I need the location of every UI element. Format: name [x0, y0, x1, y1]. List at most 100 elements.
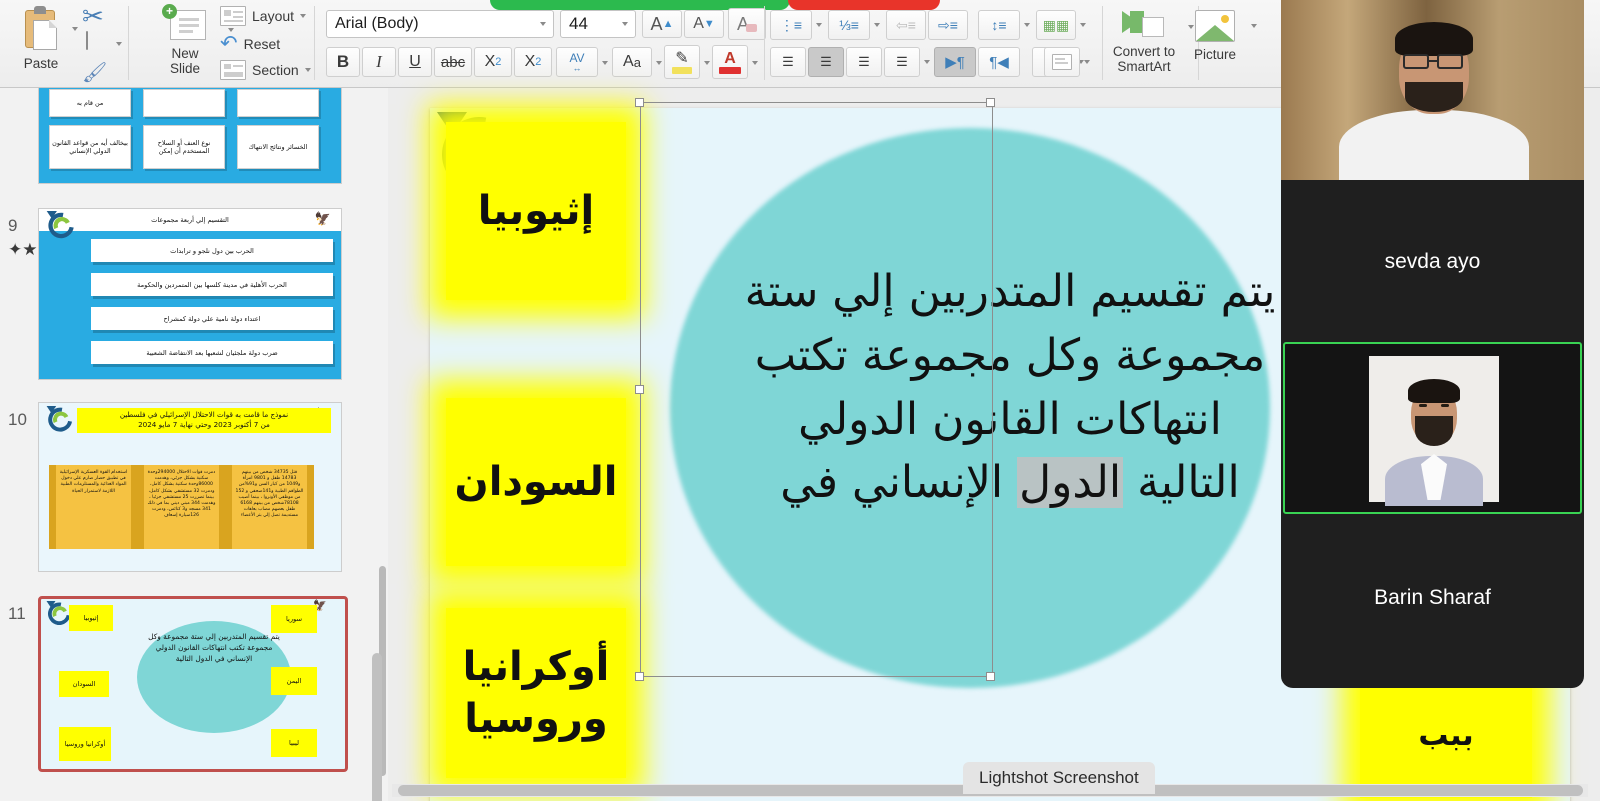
character-spacing-button[interactable]: AV ↔ [556, 47, 598, 77]
participant-tile-1[interactable]: sevda ayo [1281, 0, 1584, 340]
thumb-country-box: ليبيا [271, 729, 317, 757]
numbering-button[interactable]: ⅓≡ [828, 10, 870, 40]
highlighter-icon: ✎ [675, 49, 689, 67]
country-label: السودان [454, 459, 618, 505]
justify-dropdown-arrow[interactable] [924, 60, 930, 64]
increase-indent-icon: ⇨≡ [938, 16, 958, 33]
slide-thumbnail-panel[interactable]: من قام به بيخالف أيه من قواعد القانون ال… [0, 88, 388, 801]
paste-button[interactable]: Paste [17, 6, 65, 71]
clear-formatting-button[interactable]: A [728, 8, 766, 40]
font-name-combobox[interactable]: Arial (Body) [326, 10, 554, 38]
ig-logo-icon [43, 403, 77, 437]
shrink-font-button[interactable]: A ▼ [684, 10, 724, 38]
font-color-button[interactable]: A [712, 45, 748, 79]
smartart-icon [1122, 8, 1166, 42]
selected-word[interactable]: الدول [1017, 457, 1124, 509]
numbered-list-icon: ⅓≡ [839, 17, 859, 33]
layout-dropdown-arrow[interactable] [300, 14, 307, 18]
group-divider [764, 6, 765, 80]
body-line-4-suffix: التالية [1137, 457, 1240, 509]
new-slide-button[interactable]: + New Slide [150, 4, 220, 76]
italic-button[interactable]: I [362, 47, 396, 77]
format-painter-button[interactable]: 🖌 [82, 60, 107, 85]
thumbnail-image: 🦅 نموذج ما قامت به قوات الاحتلال الإسرائ… [38, 402, 342, 572]
country-box-ethiopia[interactable]: إثيوبيا [446, 122, 626, 300]
rtl-icon: ¶◀ [989, 54, 1009, 71]
picture-dropdown-arrow[interactable] [1251, 24, 1257, 28]
slide-body-textbox[interactable]: يتم تقسيم المتدربين إلي ستة مجموعة وكل م… [730, 260, 1290, 515]
font-color-dropdown-arrow[interactable] [752, 61, 758, 65]
thumb-cell: نوع العنف أو السلاح المستخدم أن إمكن [143, 125, 225, 169]
increase-indent-button[interactable]: ⇨≡ [928, 10, 968, 40]
reset-button[interactable]: ↶ Reset [220, 33, 280, 54]
resize-handle-middle-left[interactable] [635, 385, 644, 394]
cut-button[interactable]: ✂ [82, 3, 104, 30]
layout-button[interactable]: Layout [220, 6, 307, 26]
thumb-title-line-2: من 7 أكتوبر 2023 وحتي نهاية 7 مايو 2024 [138, 420, 270, 430]
thumb-country-box: أوكرانيا وروسيا [59, 727, 111, 761]
ltr-direction-button[interactable]: ▶¶ [934, 47, 976, 77]
body-line-4-prefix: الإنساني في [780, 457, 1004, 509]
resize-handle-bottom-left[interactable] [635, 672, 644, 681]
character-spacing-arrows: ↔ [572, 62, 582, 73]
bold-button[interactable]: B [326, 47, 360, 77]
align-right-icon: ☰ [858, 54, 870, 69]
line-spacing-dropdown-arrow[interactable] [1024, 23, 1030, 27]
underline-button[interactable]: U [398, 47, 432, 77]
align-center-button[interactable]: ☰ [808, 47, 844, 77]
change-case-dropdown-arrow[interactable] [656, 61, 662, 65]
font-size-combobox[interactable]: 44 [560, 10, 636, 38]
grow-font-button[interactable]: A ▲ [642, 10, 682, 38]
subscript-button[interactable]: X2 [514, 47, 552, 77]
section-icon [220, 60, 246, 80]
body-line-2: مجموعة وكل مجموعة تكتب [754, 329, 1266, 381]
superscript-button[interactable]: X2 [474, 47, 512, 77]
resize-handle-bottom-center[interactable] [986, 672, 995, 681]
change-case-button[interactable]: Aa [612, 47, 652, 77]
subscript-base: X [524, 53, 536, 70]
paste-dropdown-arrow[interactable] [72, 27, 78, 31]
resize-handle-top-center[interactable] [986, 98, 995, 107]
align-left-button[interactable]: ☰ [770, 47, 806, 77]
justify-button[interactable]: ☰ [884, 47, 920, 77]
resize-handle-top-left[interactable] [635, 98, 644, 107]
line-spacing-button[interactable]: ↕≡ [978, 10, 1020, 40]
font-size-dropdown-arrow[interactable] [615, 22, 635, 26]
text-highlight-button[interactable]: ✎ [664, 45, 700, 79]
character-spacing-dropdown-arrow[interactable] [602, 61, 608, 65]
strikethrough-button[interactable]: abc [434, 47, 472, 77]
paste-label: Paste [23, 56, 59, 71]
new-slide-icon: + [162, 4, 208, 44]
numbering-dropdown-arrow[interactable] [874, 23, 880, 27]
character-spacing-label: AV [569, 50, 585, 65]
selection-edge-bottom [640, 676, 992, 677]
align-right-button[interactable]: ☰ [846, 47, 882, 77]
paragraph-group: ⋮≡ ⅓≡ ⇦≡ ⇨≡ ↕≡ ▦▦ ☰ ☰ ☰ ☰ ▶¶ ¶◀ [766, 0, 1086, 88]
new-slide-label-1: New [171, 46, 199, 61]
country-box-sudan[interactable]: السودان [446, 398, 626, 566]
bullet-list-icon: ⋮≡ [779, 16, 803, 33]
bullets-button[interactable]: ⋮≡ [770, 10, 812, 40]
section-button[interactable]: Section [220, 60, 311, 80]
bullets-dropdown-arrow[interactable] [816, 23, 822, 27]
country-box-partially-hidden[interactable]: ببب [1360, 673, 1532, 798]
align-text-button[interactable] [1044, 47, 1080, 77]
font-name-dropdown-arrow[interactable] [533, 22, 553, 26]
participant-tile-2[interactable] [1283, 342, 1582, 514]
grow-font-label: A [650, 13, 663, 34]
thumbnail-image: التقسيم إلي أربعة مجموعات 🦅 الحرب بين دو… [38, 208, 342, 380]
decrease-indent-button[interactable]: ⇦≡ [886, 10, 926, 40]
copy-button[interactable] [86, 31, 88, 50]
ig-logo-icon [43, 209, 79, 244]
country-box-ukraine-russia[interactable]: أوكرانيا وروسيا [446, 608, 626, 778]
copy-dropdown-arrow[interactable] [116, 42, 122, 46]
video-conference-panel[interactable]: sevda ayo Barin Sharaf [1281, 0, 1584, 688]
picture-button[interactable]: Picture [1185, 10, 1245, 62]
picture-label: Picture [1193, 47, 1237, 62]
section-dropdown-arrow[interactable] [304, 68, 311, 72]
text-highlight-dropdown-arrow[interactable] [704, 61, 710, 65]
rtl-direction-button[interactable]: ¶◀ [978, 47, 1020, 77]
edit-pane-vertical-scrollbar[interactable] [372, 653, 382, 801]
slide-number-11: 11 [8, 604, 26, 623]
thumb-country-box: السودان [59, 671, 109, 697]
